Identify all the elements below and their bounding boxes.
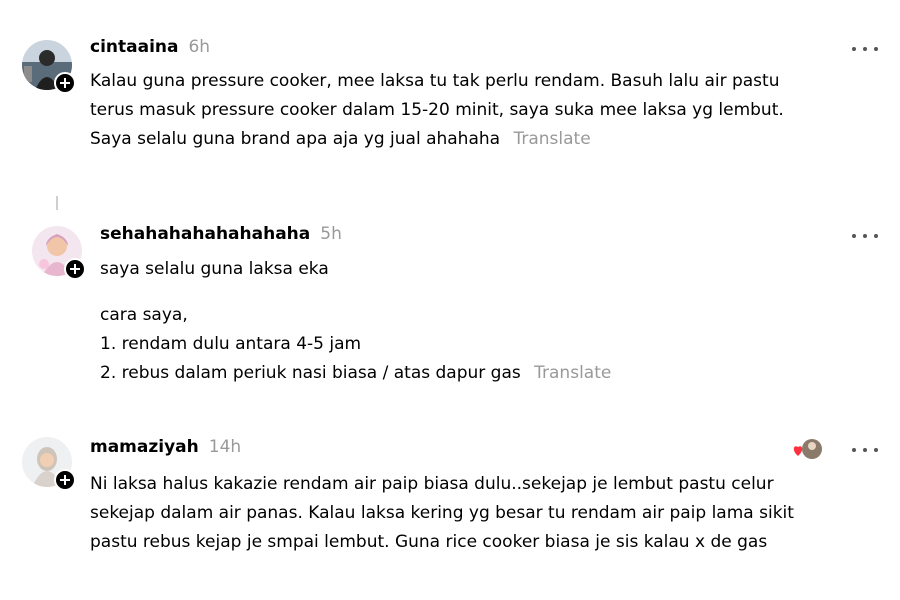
post-line: Kalau guna pressure cooker, mee laksa tu… — [90, 71, 780, 91]
post-line: cara saya, — [100, 305, 188, 325]
translate-link[interactable]: Translate — [513, 129, 590, 149]
post-header: cintaaina 6h — [90, 37, 210, 57]
timestamp: 6h — [188, 37, 211, 57]
follow-plus-icon[interactable] — [54, 72, 76, 94]
more-options-icon[interactable] — [852, 229, 878, 243]
post-line-text: Saya selalu guna brand apa aja yg jual a… — [90, 129, 501, 149]
post-line: saya selalu guna laksa eka — [100, 259, 329, 279]
timestamp: 14h — [208, 437, 242, 457]
post-line: sekejap dalam air panas. Kalau laksa ker… — [90, 503, 794, 523]
liked-by-author[interactable] — [792, 438, 824, 460]
more-options-icon[interactable] — [852, 443, 878, 457]
post-line: Ni laksa halus kakazie rendam air paip b… — [90, 474, 774, 494]
post-line-text: 2. rebus dalam periuk nasi biasa / atas … — [100, 363, 521, 383]
heart-icon — [793, 439, 822, 459]
post-body: saya selalu guna laksa eka — [100, 255, 329, 284]
follow-plus-icon[interactable] — [64, 258, 86, 280]
avatar-wrap[interactable] — [22, 40, 76, 94]
follow-plus-icon[interactable] — [54, 469, 76, 491]
post-body-list: cara saya, 1. rendam dulu antara 4-5 jam… — [100, 301, 611, 388]
post-body: Ni laksa halus kakazie rendam air paip b… — [90, 470, 794, 557]
avatar-wrap[interactable] — [32, 226, 86, 280]
thread-line — [56, 196, 58, 210]
username[interactable]: sehahahahahahahaha — [100, 224, 310, 244]
post-line: 2. rebus dalam periuk nasi biasa / atas … — [100, 359, 611, 388]
post-header: mamaziyah 14h — [90, 437, 241, 457]
more-options-icon[interactable] — [852, 42, 878, 56]
post-line: 1. rendam dulu antara 4-5 jam — [100, 334, 362, 354]
timestamp: 5h — [320, 224, 342, 244]
post-line: Saya selalu guna brand apa aja yg jual a… — [90, 125, 784, 154]
post-header: sehahahahahahahaha 5h — [100, 224, 342, 244]
post-line: pastu rebus kejap je smpai lembut. Guna … — [90, 532, 768, 552]
username[interactable]: mamaziyah — [90, 437, 199, 457]
translate-link[interactable]: Translate — [534, 363, 611, 383]
post-body: Kalau guna pressure cooker, mee laksa tu… — [90, 67, 784, 154]
avatar-wrap[interactable] — [22, 437, 76, 491]
username[interactable]: cintaaina — [90, 37, 178, 57]
post-line: terus masuk pressure cooker dalam 15-20 … — [90, 100, 784, 120]
